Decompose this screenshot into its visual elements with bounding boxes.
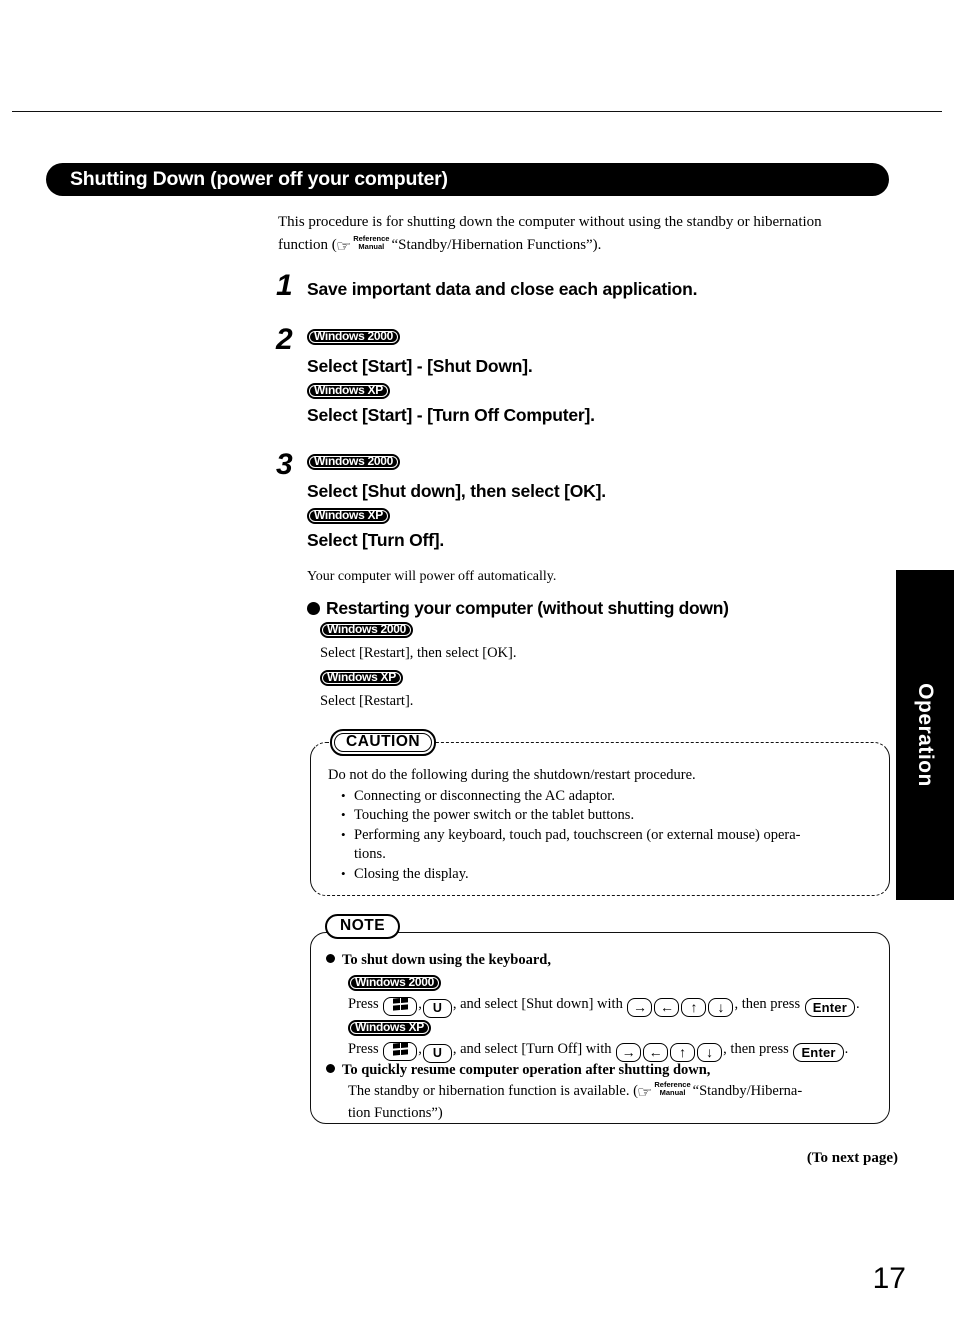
arrow-left-key-icon: ←	[654, 998, 680, 1017]
section-side-tab: Operation	[896, 570, 954, 900]
step-3-os-badge-row-1: Windows 2000	[307, 452, 897, 472]
step-3-number: 3	[276, 448, 293, 481]
intro-line-1: This procedure is for shutting down the …	[278, 214, 822, 230]
note-item-2-title: To quickly resume computer operation aft…	[326, 1060, 882, 1081]
caution-body: Do not do the following during the shutd…	[328, 766, 878, 884]
pointing-hand-icon: ☞	[335, 239, 352, 255]
step-2-body: Windows 2000 Select [Start] - [Shut Down…	[307, 325, 897, 428]
note-item-1: To shut down using the keyboard, Windows…	[326, 950, 882, 1063]
note-item-2: To quickly resume computer operation aft…	[326, 1060, 882, 1124]
restart-os-badge-row-1: Windows 2000	[307, 620, 897, 640]
enter-key-icon: Enter	[804, 998, 855, 1017]
filled-bullet-icon	[326, 954, 335, 963]
note-item-2-content: The standby or hibernation function is a…	[326, 1081, 882, 1124]
step-2-number: 2	[276, 323, 293, 356]
caution-list-item-line-1: Performing any keyboard, touch pad, touc…	[354, 826, 801, 843]
to-next-page-note: (To next page)	[806, 1150, 898, 1166]
os-badge-windows-xp: Windows XP	[307, 383, 390, 400]
reference-manual-label: Reference Manual	[654, 1080, 691, 1097]
windows-logo-key-icon	[383, 997, 418, 1016]
page-number: 17	[872, 1262, 906, 1295]
step-3-os-badge-row-2: Windows XP	[307, 506, 897, 526]
note-os-badge-row-xp: Windows XP	[348, 1017, 882, 1037]
step-2-os-badge-row-1: Windows 2000	[307, 327, 897, 347]
caution-label-badge: CAUTION	[330, 729, 437, 756]
caution-list-item: Touching the power switch or the tablet …	[341, 805, 878, 826]
intro-paragraph: This procedure is for shutting down the …	[278, 211, 890, 258]
filled-bullet-icon	[326, 1064, 335, 1073]
note-keyboard-line-2000: Press ,U, and select [Shut down] with → ←…	[348, 992, 882, 1018]
reference-manual-label: Reference Manual	[353, 234, 390, 251]
section-header-bar: Shutting Down (power off your computer)	[46, 163, 889, 196]
step-1-heading: Save important data and close each appli…	[307, 279, 698, 299]
step-3-instruction-2000: Select [Shut down], then select [OK].	[307, 481, 606, 501]
step-3-instruction-xp: Select [Turn Off].	[307, 530, 445, 550]
os-badge-windows-2000: Windows 2000	[307, 454, 400, 471]
note-item-1-title: To shut down using the keyboard,	[326, 950, 882, 971]
step-2-instruction-xp: Select [Start] - [Turn Off Computer].	[307, 405, 595, 425]
os-badge-windows-xp: Windows XP	[307, 508, 390, 525]
filled-bullet-icon	[307, 602, 320, 615]
caution-list-item: Closing the display.	[341, 864, 878, 885]
arrow-right-key-icon: →	[627, 998, 653, 1017]
intro-line-2-suffix: “Standby/Hibernation Functions”).	[391, 237, 602, 253]
top-rule-divider	[12, 111, 942, 112]
caution-lead-text: Do not do the following during the shutd…	[328, 767, 696, 783]
step-3-result-note: Your computer will power off automatical…	[307, 569, 557, 584]
os-badge-windows-2000: Windows 2000	[320, 622, 413, 639]
side-tab-label: Operation	[914, 683, 937, 787]
note-item-2-line-1: The standby or hibernation function is a…	[348, 1080, 803, 1103]
windows-logo-key-icon	[383, 1042, 418, 1061]
os-badge-windows-2000: Windows 2000	[348, 974, 441, 991]
arrow-up-key-icon: ↑	[681, 998, 707, 1017]
note-body: To shut down using the keyboard, Windows…	[326, 950, 882, 1124]
reference-manual-ref: ☞ Reference Manual	[636, 1080, 693, 1103]
restart-heading: Restarting your computer (without shutti…	[307, 597, 897, 619]
u-key-icon: U	[422, 999, 452, 1018]
page-title: Shutting Down (power off your computer)	[70, 167, 448, 190]
step-2-instruction-2000: Select [Start] - [Shut Down].	[307, 356, 533, 376]
reference-manual-ref: ☞ Reference Manual	[335, 234, 392, 258]
step-3-body: Windows 2000 Select [Shut down], then se…	[307, 450, 897, 587]
pointing-hand-icon: ☞	[636, 1085, 653, 1101]
enter-key-icon: Enter	[793, 1043, 844, 1062]
intro-line-2: function (☞ Reference Manual “Standby/Hiber…	[278, 234, 890, 258]
step-1-body: Save important data and close each appli…	[307, 271, 897, 301]
caution-list-item: Connecting or disconnecting the AC adapt…	[341, 786, 878, 807]
note-item-2-line-2: tion Functions”)	[348, 1105, 443, 1121]
os-badge-windows-xp: Windows XP	[320, 670, 403, 687]
caution-list-item: Performing any keyboard, touch pad, touc…	[341, 825, 878, 865]
caution-list-item-line-2: tions.	[354, 846, 386, 862]
restart-instruction-xp: Select [Restart].	[320, 693, 414, 709]
caution-list: Connecting or disconnecting the AC adapt…	[328, 786, 878, 885]
os-badge-windows-2000: Windows 2000	[307, 329, 400, 346]
step-2-os-badge-row-2: Windows XP	[307, 381, 897, 401]
restart-instruction-2000: Select [Restart], then select [OK].	[320, 645, 517, 661]
step-1-number: 1	[276, 269, 293, 302]
intro-line-2-prefix: function (	[278, 237, 337, 253]
restart-section: Restarting your computer (without shutti…	[307, 597, 897, 712]
document-page: Shutting Down (power off your computer) …	[0, 0, 954, 1339]
note-os-badge-row-2000: Windows 2000	[348, 972, 882, 992]
restart-os-badge-row-2: Windows XP	[307, 668, 897, 688]
arrow-down-key-icon: ↓	[708, 998, 734, 1017]
note-item-1-content: Windows 2000 Press ,U, and select [Shut …	[326, 972, 882, 1063]
os-badge-windows-xp: Windows XP	[348, 1019, 431, 1036]
note-label-badge: NOTE	[325, 914, 401, 939]
